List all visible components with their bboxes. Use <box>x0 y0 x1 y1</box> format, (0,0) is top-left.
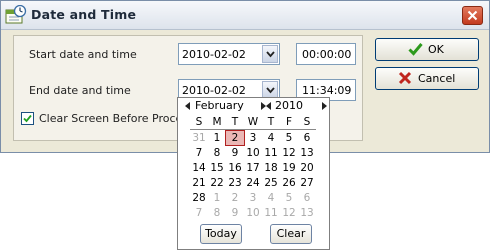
weekday-header: W <box>247 116 259 128</box>
calendar-day[interactable]: 23 <box>226 176 244 190</box>
calendar-day[interactable]: 21 <box>190 176 208 190</box>
calendar-day[interactable]: 8 <box>208 146 226 160</box>
calendar-year: 2010 <box>275 99 303 112</box>
calendar-day[interactable]: 14 <box>190 161 208 175</box>
start-time-value: 00:00:00 <box>302 48 352 61</box>
checkmark-icon <box>23 114 32 123</box>
calendar-day[interactable]: 12 <box>280 146 298 160</box>
calendar-day-outside-month[interactable]: 2 <box>226 191 244 205</box>
end-date-value: 2010-02-02 <box>182 84 246 97</box>
calendar-popup: February 2010 Today Clear S M T W T F S 31 1 2 3 4 5… <box>177 97 330 250</box>
calendar-day[interactable]: 15 <box>208 161 226 175</box>
clear-date-button[interactable]: Clear <box>270 224 312 244</box>
calendar-day-outside-month[interactable]: 1 <box>208 191 226 205</box>
title-bar[interactable]: Date and Time <box>1 1 489 30</box>
calendar-day-outside-month[interactable]: 10 <box>244 206 262 220</box>
cancel-button[interactable]: Cancel <box>375 67 479 90</box>
calendar-day[interactable]: 24 <box>244 176 262 190</box>
calendar-day[interactable]: 7 <box>190 146 208 160</box>
calendar-day[interactable]: 2 <box>225 130 245 146</box>
clear-screen-label[interactable]: Clear Screen Before Proce <box>39 112 182 125</box>
calendar-day[interactable]: 9 <box>226 146 244 160</box>
calendar-day[interactable]: 27 <box>298 176 316 190</box>
calendar-day[interactable]: 25 <box>262 176 280 190</box>
checkmark-icon <box>408 43 423 56</box>
calendar-day[interactable]: 26 <box>280 176 298 190</box>
calendar-day-outside-month[interactable]: 4 <box>262 191 280 205</box>
close-icon <box>467 10 478 21</box>
calendar-day[interactable]: 10 <box>244 146 262 160</box>
ok-label: OK <box>428 43 444 56</box>
weekday-header: F <box>285 116 293 128</box>
weekday-header: S <box>303 116 311 128</box>
calendar-day-outside-month[interactable]: 8 <box>208 206 226 220</box>
cancel-label: Cancel <box>418 72 456 85</box>
calendar-day[interactable]: 20 <box>298 161 316 175</box>
calendar-day[interactable]: 22 <box>208 176 226 190</box>
calendar-day[interactable]: 11 <box>262 146 280 160</box>
start-date-dropdown-button[interactable] <box>262 45 278 63</box>
calendar-day[interactable]: 6 <box>298 131 316 145</box>
calendar-day[interactable]: 19 <box>280 161 298 175</box>
calendar-day-outside-month[interactable]: 3 <box>244 191 262 205</box>
calendar-day-outside-month[interactable]: 11 <box>262 206 280 220</box>
calendar-day-outside-month[interactable]: 6 <box>298 191 316 205</box>
prev-year-arrow-icon[interactable] <box>266 102 272 110</box>
calendar-day[interactable]: 28 <box>190 191 208 205</box>
close-button[interactable] <box>462 6 483 25</box>
clear-screen-checkbox[interactable] <box>21 112 34 125</box>
calendar-day[interactable]: 4 <box>262 131 280 145</box>
window-title: Date and Time <box>31 7 137 22</box>
calendar-clock-icon <box>5 5 27 24</box>
calendar-day-outside-month[interactable]: 7 <box>190 206 208 220</box>
weekday-header: T <box>267 116 275 128</box>
start-time-field[interactable]: 00:00:00 <box>296 43 356 65</box>
calendar-day[interactable]: 5 <box>280 131 298 145</box>
calendar-day-outside-month[interactable]: 12 <box>280 206 298 220</box>
next-year-arrow-icon[interactable] <box>322 102 328 110</box>
chevron-down-icon <box>266 51 275 58</box>
prev-month-arrow-icon[interactable] <box>185 102 191 110</box>
start-date-picker[interactable]: 2010-02-02 <box>178 43 280 65</box>
calendar-day-outside-month[interactable]: 5 <box>280 191 298 205</box>
calendar-day-outside-month[interactable]: 31 <box>190 131 208 145</box>
ok-button[interactable]: OK <box>375 38 479 61</box>
end-time-value: 11:34:09 <box>302 84 352 97</box>
today-button[interactable]: Today <box>200 224 242 244</box>
weekday-header: S <box>195 116 203 128</box>
calendar-month: February <box>195 99 244 112</box>
start-date-label: Start date and time <box>29 48 137 61</box>
chevron-down-icon <box>266 87 275 94</box>
x-icon <box>398 71 412 85</box>
calendar-day[interactable]: 17 <box>244 161 262 175</box>
calendar-header-divider <box>190 129 316 130</box>
calendar-day-outside-month[interactable]: 9 <box>226 206 244 220</box>
calendar-day[interactable]: 18 <box>262 161 280 175</box>
start-date-value: 2010-02-02 <box>182 48 246 61</box>
weekday-header: M <box>212 116 222 128</box>
calendar-day-outside-month[interactable]: 13 <box>298 206 316 220</box>
calendar-day[interactable]: 3 <box>244 131 262 145</box>
weekday-header: T <box>231 116 239 128</box>
end-date-label: End date and time <box>29 84 131 97</box>
calendar-day[interactable]: 16 <box>226 161 244 175</box>
calendar-day[interactable]: 13 <box>298 146 316 160</box>
calendar-day[interactable]: 1 <box>208 131 226 145</box>
